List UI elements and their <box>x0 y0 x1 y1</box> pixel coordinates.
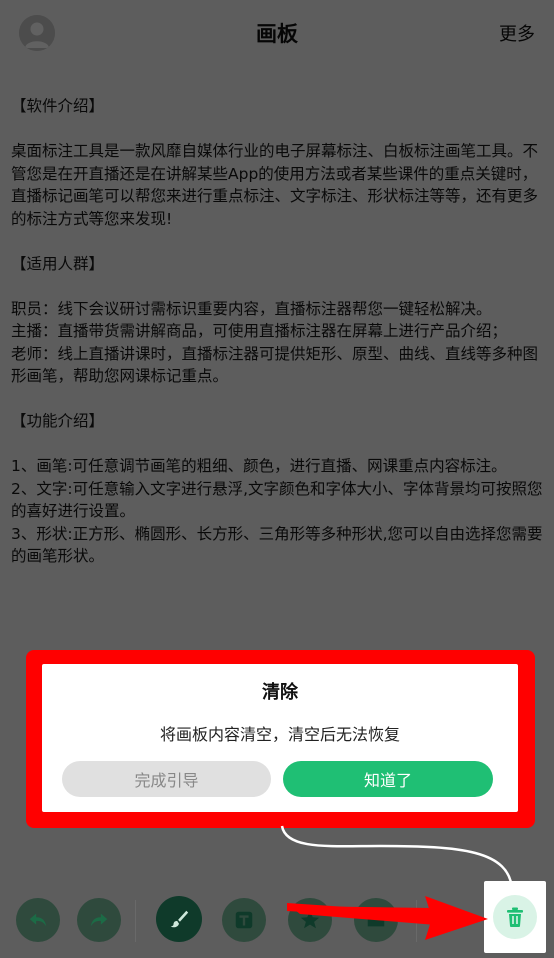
undo-icon <box>29 913 47 927</box>
brush-button[interactable] <box>156 896 202 942</box>
got-it-button[interactable]: 知道了 <box>283 761 493 797</box>
folder-icon <box>367 914 385 927</box>
clear-button[interactable] <box>493 895 537 939</box>
redo-button[interactable] <box>77 898 121 942</box>
dialog-title: 清除 <box>262 682 298 703</box>
redo-icon <box>90 913 108 927</box>
text-button[interactable] <box>222 898 266 942</box>
toolbar-divider <box>416 900 417 942</box>
toolbar-divider <box>135 900 136 942</box>
finish-guide-button[interactable]: 完成引导 <box>62 761 271 797</box>
trash-icon <box>507 907 523 927</box>
star-shape-icon <box>300 910 320 929</box>
undo-button[interactable] <box>16 898 60 942</box>
bottom-toolbar <box>0 878 554 958</box>
folder-button[interactable] <box>354 898 398 942</box>
dialog-message: 将画板内容清空，清空后无法恢复 <box>159 725 400 744</box>
shape-button[interactable] <box>288 898 332 942</box>
clear-guide-dialog: 清除 将画板内容清空，清空后无法恢复 完成引导 知道了 <box>42 664 518 812</box>
brush-icon <box>170 910 189 928</box>
text-icon <box>235 911 253 929</box>
